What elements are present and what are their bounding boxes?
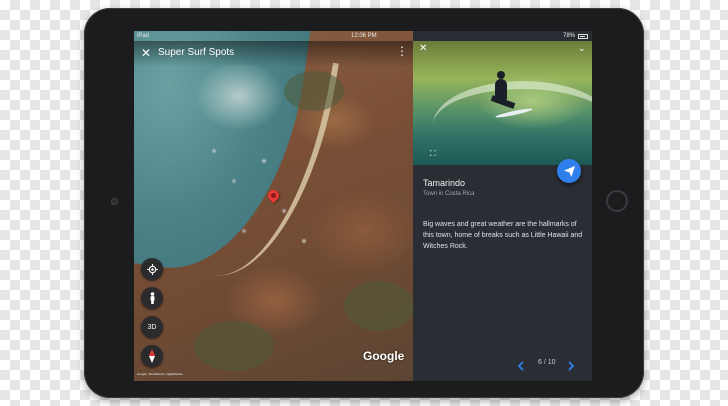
screen: ✕ Super Surf Spots ⋮ 3D Google Google, T…	[134, 31, 592, 381]
map-header: ✕ Super Surf Spots ⋮	[134, 41, 413, 67]
map-attribution: Google, TerraMetrics, DigitalGlobe	[137, 372, 183, 376]
vegetation	[194, 321, 274, 371]
prev-button[interactable]	[517, 358, 524, 376]
pager-count: 6 / 10	[538, 359, 556, 366]
vegetation	[284, 71, 344, 111]
pegman-icon	[150, 292, 154, 304]
share-button[interactable]	[557, 159, 581, 183]
map-controls: 3D	[141, 258, 163, 374]
status-time: 12:06 PM	[351, 33, 377, 39]
google-logo: Google	[363, 349, 405, 363]
my-location-button[interactable]	[141, 258, 163, 280]
chevron-down-icon[interactable]: ⌄	[578, 43, 586, 54]
send-icon	[563, 165, 575, 177]
chevron-left-icon	[517, 361, 524, 371]
status-bar: iPad 12:06 PM 78%	[134, 31, 592, 41]
place-subtitle: Town in Costa Rica	[423, 191, 475, 197]
front-camera	[111, 198, 118, 205]
close-panel-icon[interactable]: ✕	[419, 43, 427, 54]
pager: 6 / 10	[413, 356, 592, 371]
status-right: 78%	[563, 31, 588, 41]
place-photo[interactable]: ✕ ⌄ ⛶	[413, 41, 592, 165]
tablet-frame: ✕ Super Surf Spots ⋮ 3D Google Google, T…	[84, 8, 644, 398]
compass-button[interactable]	[141, 345, 163, 367]
3d-label: 3D	[147, 323, 157, 331]
surfer	[497, 71, 505, 79]
close-icon[interactable]: ✕	[141, 46, 151, 60]
more-vert-icon[interactable]: ⋮	[396, 44, 408, 58]
street-view-button[interactable]	[141, 287, 163, 309]
next-button[interactable]	[568, 358, 575, 376]
place-description: Big waves and great weather are the hall…	[423, 221, 583, 250]
3d-toggle-button[interactable]: 3D	[141, 316, 163, 338]
chevron-right-icon	[568, 361, 575, 371]
compass-icon	[149, 349, 155, 363]
map-title: Super Surf Spots	[158, 47, 235, 58]
home-button[interactable]	[606, 190, 628, 212]
map-view[interactable]: ✕ Super Surf Spots ⋮ 3D Google Google, T…	[134, 31, 413, 381]
place-info-panel: ✕ ⌄ ⛶ Tamarindo Town in Costa Rica Big w…	[413, 31, 592, 381]
my-location-icon	[146, 263, 158, 275]
fullscreen-icon[interactable]: ⛶	[430, 149, 436, 159]
battery-icon	[578, 33, 588, 39]
battery-percent: 78%	[562, 33, 575, 39]
device-label: iPad	[137, 33, 150, 39]
wave	[433, 81, 592, 165]
vegetation	[344, 281, 413, 331]
place-name: Tamarindo	[423, 178, 466, 188]
village	[204, 141, 324, 271]
